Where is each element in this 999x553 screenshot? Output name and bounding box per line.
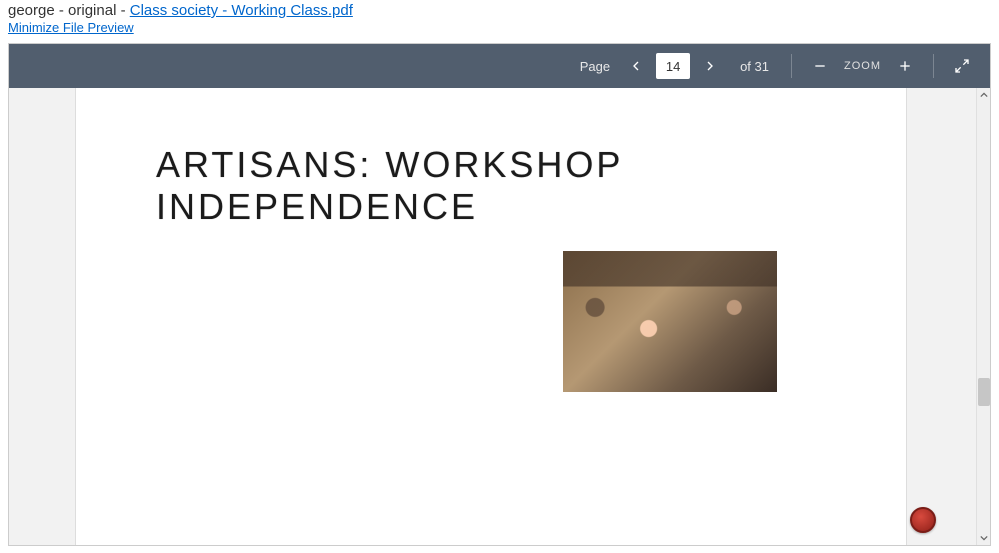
caret-up-icon <box>980 91 988 99</box>
file-header: george - original - Class society - Work… <box>0 0 999 19</box>
fullscreen-icon <box>954 58 970 74</box>
toolbar-divider <box>791 54 792 78</box>
slide-title: ARTISANS: WORKSHOP INDEPENDENCE <box>156 144 906 228</box>
chevron-right-icon <box>702 58 718 74</box>
scroll-thumb[interactable] <box>978 378 990 406</box>
record-indicator[interactable] <box>910 507 936 533</box>
minimize-preview-link[interactable]: Minimize File Preview <box>8 20 134 35</box>
plus-icon <box>897 58 913 74</box>
vertical-scrollbar[interactable] <box>976 88 990 545</box>
zoom-label: ZOOM <box>844 60 881 72</box>
prev-page-button[interactable] <box>620 50 652 82</box>
total-pages-label: of 31 <box>740 59 769 74</box>
scroll-down-button[interactable] <box>977 531 990 545</box>
pdf-page: ARTISANS: WORKSHOP INDEPENDENCE <box>76 88 906 545</box>
zoom-out-button[interactable] <box>804 50 836 82</box>
minus-icon <box>812 58 828 74</box>
header-prefix: george - original - <box>8 2 130 19</box>
caret-down-icon <box>980 534 988 542</box>
fullscreen-button[interactable] <box>946 50 978 82</box>
slide-image <box>563 251 777 392</box>
zoom-in-button[interactable] <box>889 50 921 82</box>
page-label: Page <box>580 59 610 74</box>
filename-link[interactable]: Class society - Working Class.pdf <box>130 2 353 19</box>
scroll-up-button[interactable] <box>977 88 990 102</box>
next-page-button[interactable] <box>694 50 726 82</box>
document-content-area: ARTISANS: WORKSHOP INDEPENDENCE <box>9 88 990 545</box>
pdf-viewer: Page of 31 ZOOM ARTISANS: WORKSHOP INDEP… <box>8 43 991 546</box>
viewer-toolbar: Page of 31 ZOOM <box>9 44 990 88</box>
chevron-left-icon <box>628 58 644 74</box>
page-number-input[interactable] <box>656 53 690 79</box>
toolbar-divider <box>933 54 934 78</box>
